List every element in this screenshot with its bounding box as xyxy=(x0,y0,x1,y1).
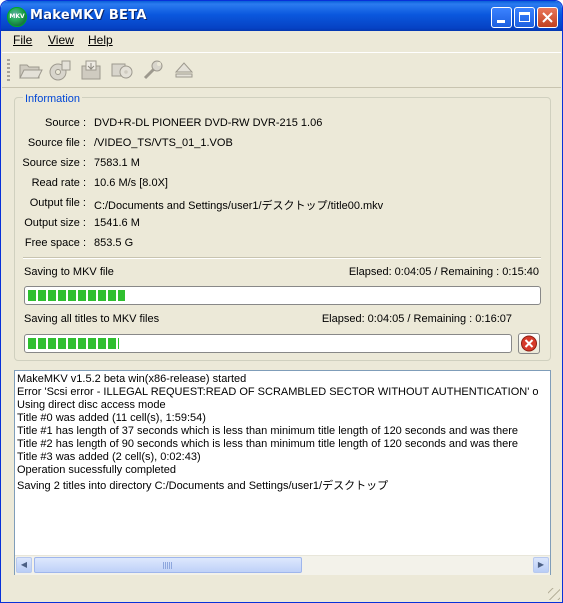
backup-button[interactable] xyxy=(109,58,135,82)
log-line: Title #0 was added (11 cell(s), 1:59:54) xyxy=(17,412,206,424)
log-line: Title #3 was added (2 cell(s), 0:02:43) xyxy=(17,451,201,463)
free-space-label: Free space : xyxy=(24,237,86,249)
arrow-right-icon: ▶ xyxy=(537,560,545,569)
makemkv-app-icon: MKV xyxy=(7,7,27,27)
title-bar[interactable]: MKV MakeMKV BETA xyxy=(1,1,562,31)
total-progress-fill xyxy=(28,338,119,349)
preferences-button[interactable] xyxy=(140,58,166,82)
menu-help[interactable]: Help xyxy=(88,33,113,47)
source-label: Source : xyxy=(45,117,86,129)
log-line: Using direct disc access mode xyxy=(17,399,166,411)
info-separator xyxy=(23,257,541,259)
eject-icon xyxy=(174,62,194,78)
toolbar-grip[interactable] xyxy=(7,59,10,81)
log-horizontal-scrollbar[interactable]: ◀ ▶ xyxy=(15,555,550,575)
eject-button[interactable] xyxy=(171,58,197,82)
resize-grip[interactable] xyxy=(548,588,560,600)
current-progress-label: Saving to MKV file xyxy=(24,266,114,278)
close-icon xyxy=(542,12,553,23)
log-line: Title #1 has length of 37 seconds which … xyxy=(17,425,518,437)
maximize-icon xyxy=(519,12,530,22)
total-progress-timing: Elapsed: 0:04:05 / Remaining : 0:16:07 xyxy=(321,313,512,325)
log-output[interactable]: MakeMKV v1.5.2 beta win(x86-release) sta… xyxy=(14,370,551,575)
open-disc-icon xyxy=(49,60,71,81)
read-rate-label: Read rate : xyxy=(31,177,86,189)
preferences-icon xyxy=(143,60,163,80)
window-title: MakeMKV BETA xyxy=(30,8,147,23)
close-button[interactable] xyxy=(537,7,558,28)
minimize-button[interactable] xyxy=(491,7,512,28)
output-size-value: 1541.6 M xyxy=(94,217,140,229)
free-space-value: 853.5 G xyxy=(94,237,134,249)
output-file-value: C:/Documents and Settings/user1/デスクトップ/t… xyxy=(94,200,384,212)
makemkv-window: MKV MakeMKV BETA File View Help Informat… xyxy=(0,0,563,603)
menu-file[interactable]: File xyxy=(13,33,32,47)
source-value: DVD+R-DL PIONEER DVD-RW DVR-215 1.06 xyxy=(94,117,323,129)
scroll-thumb[interactable] xyxy=(34,557,302,573)
menu-bar: File View Help xyxy=(2,31,561,51)
scroll-right-button[interactable]: ▶ xyxy=(533,557,549,573)
output-size-label: Output size : xyxy=(24,217,86,229)
arrow-left-icon: ◀ xyxy=(20,560,28,569)
maximize-button[interactable] xyxy=(514,7,535,28)
log-line: Title #2 has length of 90 seconds which … xyxy=(17,438,518,450)
open-disc-button[interactable] xyxy=(47,58,73,82)
current-progress-fill xyxy=(28,290,125,301)
source-size-value: 7583.1 M xyxy=(94,157,140,169)
read-rate-value: 10.6 M/s [8.0X] xyxy=(94,177,168,189)
minimize-icon xyxy=(497,20,505,23)
scroll-left-button[interactable]: ◀ xyxy=(16,557,32,573)
cancel-button[interactable] xyxy=(518,333,540,354)
log-line: Error 'Scsi error - ILLEGAL REQUEST:READ… xyxy=(17,386,539,398)
source-size-label: Source size : xyxy=(22,157,86,169)
information-legend: Information xyxy=(23,93,83,105)
total-progress-bar xyxy=(24,334,512,353)
menu-view[interactable]: View xyxy=(48,33,74,47)
source-file-label: Source file : xyxy=(27,137,86,149)
open-files-button[interactable] xyxy=(17,58,43,82)
total-progress-label: Saving all titles to MKV files xyxy=(24,313,160,325)
toolbar xyxy=(2,52,561,88)
log-line: Saving 2 titles into directory C:/Docume… xyxy=(17,480,389,492)
thumb-grip xyxy=(163,562,172,569)
source-file-value: /VIDEO_TS/VTS_01_1.VOB xyxy=(94,137,233,149)
backup-icon xyxy=(111,63,133,79)
log-line: Operation sucessfully completed xyxy=(17,464,176,476)
output-file-label: Output file : xyxy=(29,197,86,209)
cancel-icon xyxy=(521,335,537,352)
current-progress-bar xyxy=(24,286,541,305)
open-files-icon xyxy=(19,64,43,79)
current-progress-timing: Elapsed: 0:04:05 / Remaining : 0:15:40 xyxy=(348,266,539,278)
log-line: MakeMKV v1.5.2 beta win(x86-release) sta… xyxy=(17,373,247,385)
save-mkv-button[interactable] xyxy=(78,58,104,82)
save-mkv-icon xyxy=(81,60,101,80)
